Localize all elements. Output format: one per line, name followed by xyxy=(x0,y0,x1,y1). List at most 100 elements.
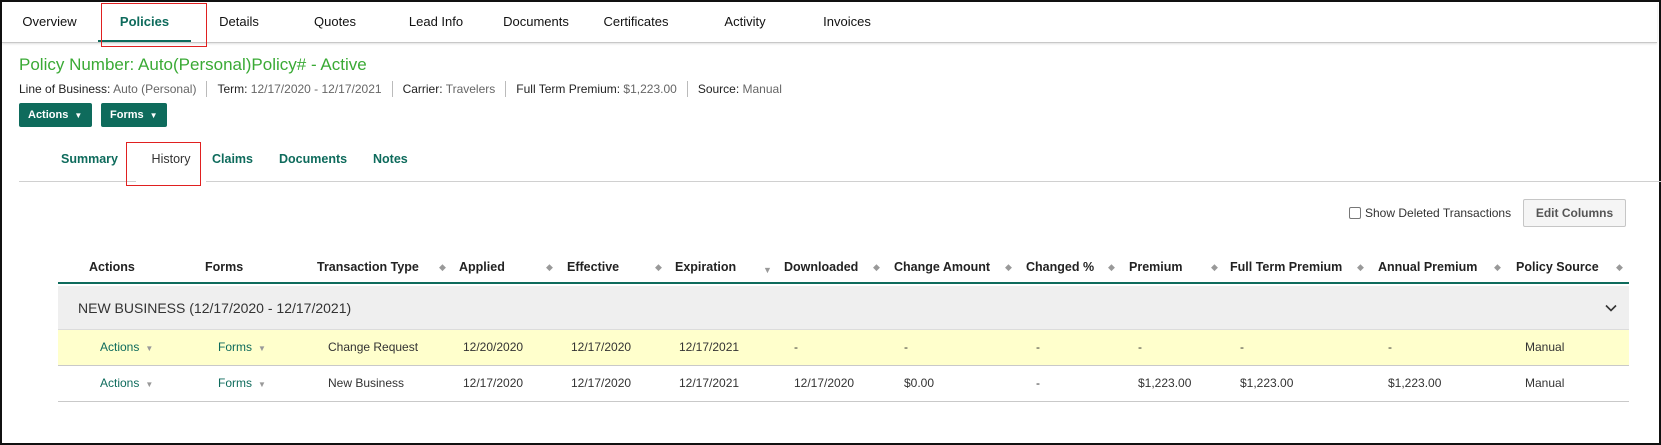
subtab-history[interactable]: History xyxy=(136,138,206,182)
meta-label: Full Term Premium: xyxy=(516,82,621,96)
cell-transaction-type: New Business xyxy=(328,376,405,390)
column-header-policy-source[interactable]: Policy Source xyxy=(1516,252,1599,282)
sort-icon[interactable]: ◆ xyxy=(1357,252,1364,282)
meta-label: Line of Business: xyxy=(19,82,111,96)
column-header-transaction-type[interactable]: Transaction Type xyxy=(317,252,419,282)
cell-transaction-type: Change Request xyxy=(328,340,419,354)
transaction-group-new-business[interactable]: NEW BUSINESS (12/17/2020 - 12/17/2021) xyxy=(58,286,1629,330)
meta-term: Term: 12/17/2020 - 12/17/2021 xyxy=(206,81,391,97)
sort-icon[interactable]: ◆ xyxy=(655,252,662,282)
column-header-actions: Actions xyxy=(89,260,135,274)
show-deleted-label: Show Deleted Transactions xyxy=(1365,206,1512,220)
tab-lead-info[interactable]: Lead Info xyxy=(386,2,486,43)
sort-icon[interactable]: ◆ xyxy=(1494,252,1501,282)
tab-overview[interactable]: Overview xyxy=(2,2,97,43)
meta-carrier: Carrier: Travelers xyxy=(391,81,506,97)
subtab-notes[interactable]: Notes xyxy=(373,138,408,182)
row-actions-label: Actions xyxy=(100,376,140,390)
caret-down-icon: ▼ xyxy=(74,111,83,120)
column-header-effective[interactable]: Effective xyxy=(567,252,619,282)
meta-value: Manual xyxy=(742,82,782,96)
cell-effective: 12/17/2020 xyxy=(571,340,632,354)
sort-icon[interactable]: ◆ xyxy=(1211,252,1218,282)
tab-quotes[interactable]: Quotes xyxy=(292,2,378,43)
column-header-full-term-premium[interactable]: Full Term Premium xyxy=(1230,252,1342,282)
caret-down-icon: ▼ xyxy=(145,344,154,353)
cell-annual-premium: $1,223.00 xyxy=(1388,376,1442,390)
sort-icon[interactable]: ◆ xyxy=(1108,252,1115,282)
column-header-downloaded[interactable]: Downloaded xyxy=(784,252,858,282)
cell-policy-source: Manual xyxy=(1525,340,1565,354)
actions-button-label: Actions xyxy=(28,109,69,121)
column-header-applied[interactable]: Applied xyxy=(459,252,505,282)
column-header-expiration[interactable]: Expiration xyxy=(675,252,736,282)
tab-invoices[interactable]: Invoices xyxy=(802,2,892,43)
cell-change-amount: - xyxy=(904,340,908,354)
cell-full-term-premium: - xyxy=(1240,340,1244,354)
cell-change-amount: $0.00 xyxy=(904,376,935,390)
cell-premium: - xyxy=(1138,340,1142,354)
cell-expiration: 12/17/2021 xyxy=(679,376,740,390)
row-forms-dropdown[interactable]: Forms ▼ xyxy=(218,330,266,365)
meta-full-term-premium: Full Term Premium: $1,223.00 xyxy=(505,81,687,97)
forms-button-label: Forms xyxy=(110,109,144,121)
show-deleted-checkbox[interactable] xyxy=(1349,207,1361,219)
chevron-down-icon[interactable] xyxy=(1603,300,1619,316)
show-deleted-toggle[interactable]: Show Deleted Transactions xyxy=(1349,205,1511,221)
meta-value: 12/17/2020 - 12/17/2021 xyxy=(250,82,382,96)
policy-title: Policy Number: Auto(Personal)Policy# - A… xyxy=(19,55,367,74)
subtab-documents[interactable]: Documents xyxy=(279,138,347,182)
table-header: Actions Forms Transaction Type ◆ Applied… xyxy=(58,252,1629,284)
cell-changed-pct: - xyxy=(1036,376,1040,390)
caret-down-icon: ▼ xyxy=(145,380,154,389)
tab-policies[interactable]: Policies xyxy=(98,2,191,43)
actions-button[interactable]: Actions ▼ xyxy=(19,103,92,127)
row-forms-dropdown[interactable]: Forms ▼ xyxy=(218,366,266,401)
sort-icon[interactable]: ◆ xyxy=(1616,252,1623,282)
caret-down-icon: ▼ xyxy=(258,344,266,353)
cell-expiration: 12/17/2021 xyxy=(679,340,740,354)
sort-icon[interactable]: ◆ xyxy=(546,252,553,282)
sort-descending-icon[interactable]: ▼ xyxy=(763,255,772,285)
row-forms-label: Forms xyxy=(218,376,252,390)
edit-columns-button[interactable]: Edit Columns xyxy=(1523,199,1626,227)
tab-activity[interactable]: Activity xyxy=(700,2,790,43)
cell-downloaded: - xyxy=(794,340,798,354)
caret-down-icon: ▼ xyxy=(258,380,266,389)
sort-icon[interactable]: ◆ xyxy=(1005,252,1012,282)
cell-applied: 12/20/2020 xyxy=(463,340,524,354)
column-header-annual-premium[interactable]: Annual Premium xyxy=(1378,252,1477,282)
meta-line-of-business: Line of Business: Auto (Personal) xyxy=(19,81,206,97)
cell-premium: $1,223.00 xyxy=(1138,376,1192,390)
meta-label: Term: xyxy=(217,82,248,96)
row-actions-dropdown[interactable]: Actions ▼ xyxy=(100,366,153,401)
tab-documents[interactable]: Documents xyxy=(486,2,586,43)
policy-meta: Line of Business: Auto (Personal) Term: … xyxy=(19,81,792,97)
meta-label: Carrier: xyxy=(402,82,443,96)
column-header-change-amount[interactable]: Change Amount xyxy=(894,252,990,282)
column-header-premium[interactable]: Premium xyxy=(1129,252,1183,282)
sort-icon[interactable]: ◆ xyxy=(439,252,446,282)
column-header-forms: Forms xyxy=(205,260,244,274)
cell-effective: 12/17/2020 xyxy=(571,376,632,390)
sort-icon[interactable]: ◆ xyxy=(873,252,880,282)
group-label: NEW BUSINESS (12/17/2020 - 12/17/2021) xyxy=(78,300,352,316)
row-forms-label: Forms xyxy=(218,340,252,354)
meta-value: Auto (Personal) xyxy=(113,82,197,96)
cell-changed-pct: - xyxy=(1036,340,1040,354)
subtab-claims[interactable]: Claims xyxy=(212,138,253,182)
caret-down-icon: ▼ xyxy=(149,111,158,120)
tab-details[interactable]: Details xyxy=(194,2,284,43)
cell-downloaded: 12/17/2020 xyxy=(794,376,855,390)
subtab-summary[interactable]: Summary xyxy=(61,138,118,182)
cell-full-term-premium: $1,223.00 xyxy=(1240,376,1294,390)
forms-button[interactable]: Forms ▼ xyxy=(101,103,167,127)
column-header-changed-pct[interactable]: Changed % xyxy=(1026,252,1094,282)
meta-source: Source: Manual xyxy=(686,81,792,97)
table-row: Actions ▼ Forms ▼ Change Request 12/20/202… xyxy=(58,330,1629,366)
table-row: Actions ▼ Forms ▼ New Business 12/17/2020 … xyxy=(58,366,1629,402)
policy-sub-tabs: Summary History Claims Documents Notes xyxy=(19,138,1661,182)
meta-value: Travelers xyxy=(445,82,496,96)
row-actions-dropdown[interactable]: Actions ▼ xyxy=(100,330,153,365)
tab-certificates[interactable]: Certificates xyxy=(586,2,686,43)
